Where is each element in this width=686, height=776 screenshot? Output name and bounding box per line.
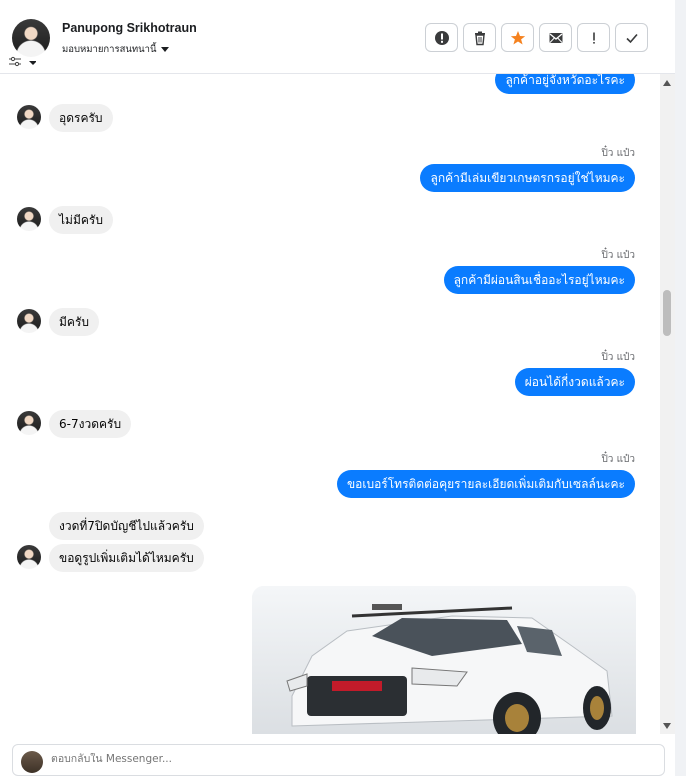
sender-name: ปิ๋ว แป๋ว (601, 250, 635, 261)
outgoing-message: ขอเบอร์โทรติดต่อคุยรายละเอียดเพิ่มเติมกั… (336, 470, 635, 498)
panel-edge (675, 0, 686, 776)
conversation-actions (425, 23, 648, 52)
scroll-up-arrow-icon[interactable] (663, 80, 671, 86)
delete-button[interactable] (463, 23, 496, 52)
conversation-header: Panupong Srikhotraun มอบหมายการสนทนานี้ (0, 0, 675, 74)
sender-name: ปิ๋ว แป๋ว (601, 148, 635, 159)
scroll-thumb[interactable] (663, 290, 671, 336)
sender-name: ปิ๋ว แป๋ว (601, 454, 635, 465)
outgoing-message: ลูกค้าอยู่จังหวัดอะไรคะ (495, 74, 635, 94)
thread-scrollbar[interactable] (660, 74, 675, 734)
assign-label: มอบหมายการสนทนานี้ (62, 44, 157, 55)
mark-spam-button[interactable] (577, 23, 610, 52)
reply-box[interactable] (12, 744, 665, 776)
reply-composer (0, 734, 675, 776)
incoming-message: 6-7งวดครับ (49, 410, 132, 438)
trash-icon (474, 31, 485, 45)
mark-done-button[interactable] (615, 23, 648, 52)
incoming-message: งวดที่7ปิดบัญชีไปแล้วครับ (49, 512, 204, 540)
outgoing-message: ลูกค้ามีผ่อนสินเชื่ออะไรอยู่ไหมคะ (443, 266, 635, 294)
report-button[interactable] (425, 23, 458, 52)
contact-avatar-small[interactable] (17, 207, 41, 231)
assign-conversation-dropdown[interactable]: มอบหมายการสนทนานี้ (62, 42, 169, 57)
filter-icon[interactable] (8, 55, 36, 69)
truck-photo-attachment[interactable] (252, 586, 636, 734)
outgoing-message: ลูกค้ามีเล่มเขียวเกษตรกรอยู่ใช่ไหมคะ (420, 164, 635, 192)
contact-avatar-small[interactable] (17, 411, 41, 435)
scroll-down-arrow-icon[interactable] (663, 723, 671, 729)
outgoing-message: ผ่อนได้กี่งวดแล้วคะ (514, 368, 635, 396)
contact-name[interactable]: Panupong Srikhotraun (62, 21, 197, 35)
reply-input[interactable] (51, 753, 611, 765)
mark-unread-button[interactable] (539, 23, 572, 52)
message-thread[interactable]: ลูกค้าอยู่จังหวัดอะไรคะ อุดรครับ ปิ๋ว แป… (0, 74, 660, 734)
chevron-down-icon (160, 47, 169, 52)
mail-icon (549, 32, 562, 43)
contact-avatar-small[interactable] (17, 309, 41, 333)
contact-avatar-small[interactable] (17, 545, 41, 569)
contact-avatar[interactable] (12, 19, 50, 57)
sender-name: ปิ๋ว แป๋ว (601, 352, 635, 363)
exclamation-icon (592, 32, 595, 44)
incoming-message: ไม่มีครับ (49, 206, 113, 234)
incoming-message: อุดรครับ (49, 104, 113, 132)
star-icon (510, 30, 525, 44)
contact-avatar-small[interactable] (17, 105, 41, 129)
incoming-message: มีครับ (49, 308, 99, 336)
truck-image (252, 586, 636, 734)
star-button[interactable] (501, 23, 534, 52)
page-avatar (21, 751, 43, 773)
incoming-message: ขอดูรูปเพิ่มเติมได้ไหมครับ (49, 544, 204, 572)
check-icon (625, 33, 638, 43)
alert-circle-icon (434, 30, 449, 45)
